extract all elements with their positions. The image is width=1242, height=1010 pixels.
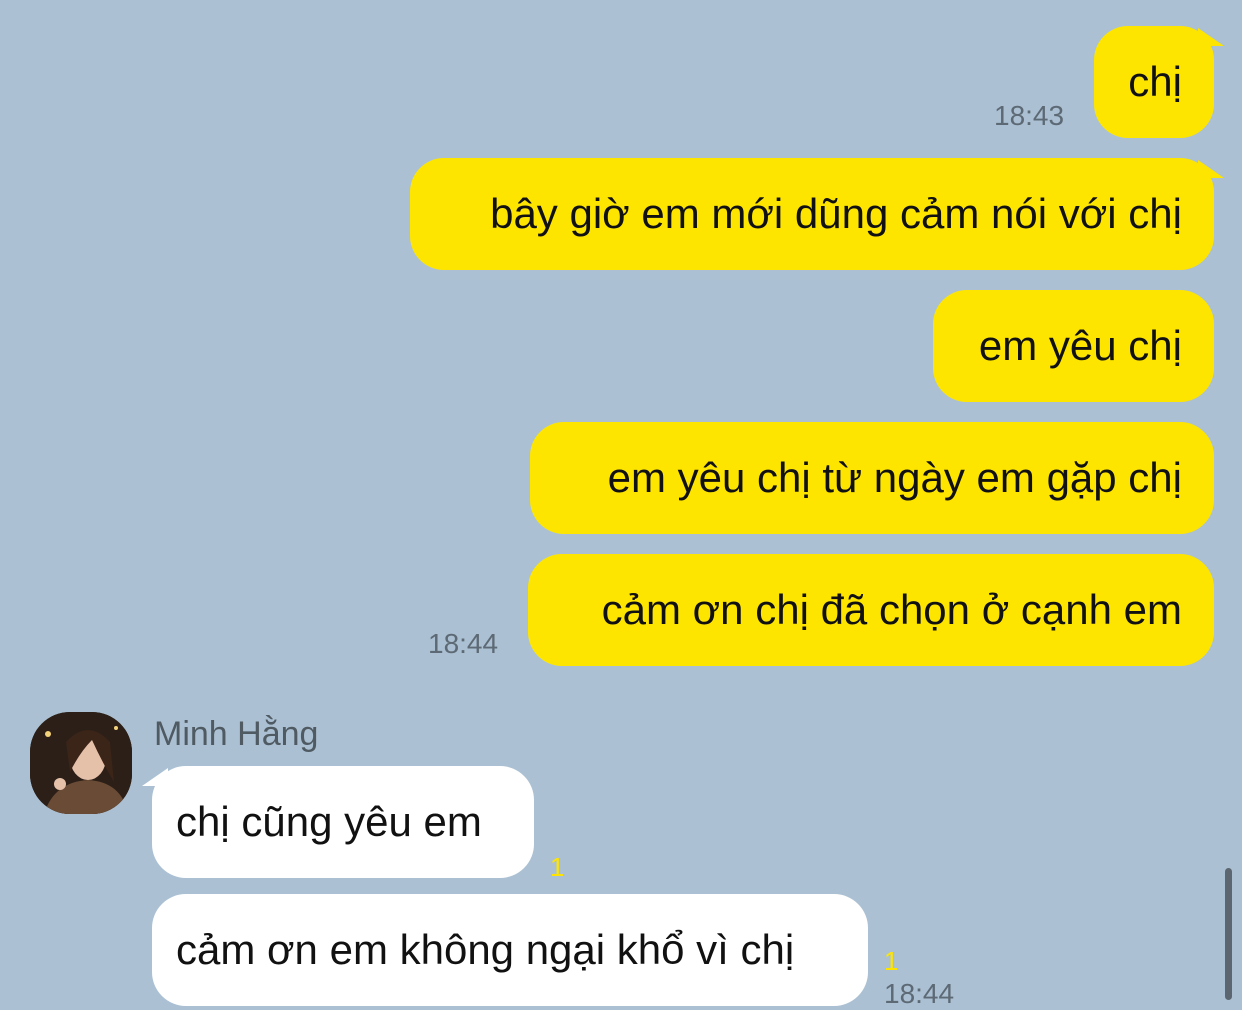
bubble-tail: [142, 768, 168, 786]
message-timestamp: 18:44: [884, 978, 955, 1009]
outgoing-message-bubble[interactable]: chị: [1094, 26, 1224, 138]
scrollbar[interactable]: [1225, 868, 1232, 1000]
outgoing-message-bubble[interactable]: bây giờ em mới dũng cảm nói với chị: [410, 158, 1224, 270]
message-timestamp: 18:43: [994, 100, 1065, 131]
message-text: cảm ơn em không ngại khổ vì chị: [176, 926, 795, 973]
bubble-tail: [1198, 160, 1224, 178]
message-text: em yêu chị từ ngày em gặp chị: [607, 454, 1182, 501]
sender-name: Minh Hằng: [154, 715, 319, 753]
message-text: cảm ơn chị đã chọn ở cạnh em: [601, 586, 1182, 633]
unread-count: 1: [884, 946, 899, 976]
bubble-tail: [1198, 28, 1224, 46]
message-text: bây giờ em mới dũng cảm nói với chị: [490, 190, 1182, 237]
unread-count: 1: [550, 852, 565, 882]
message-timestamp: 18:44: [428, 628, 499, 659]
message-text: em yêu chị: [978, 322, 1182, 369]
avatar[interactable]: [30, 712, 132, 814]
incoming-message-bubble[interactable]: cảm ơn em không ngại khổ vì chị: [152, 894, 868, 1006]
chat-area: chị 18:43 bây giờ em mới dũng cảm nói vớ…: [0, 0, 1242, 1009]
message-text: chị cũng yêu em: [176, 798, 482, 845]
incoming-message-bubble[interactable]: chị cũng yêu em: [142, 766, 534, 878]
outgoing-message-bubble[interactable]: cảm ơn chị đã chọn ở cạnh em: [528, 554, 1214, 666]
outgoing-message-bubble[interactable]: em yêu chị: [933, 290, 1214, 402]
outgoing-message-bubble[interactable]: em yêu chị từ ngày em gặp chị: [530, 422, 1214, 534]
profile-photo-icon: [30, 712, 132, 814]
message-text: chị: [1128, 58, 1182, 105]
